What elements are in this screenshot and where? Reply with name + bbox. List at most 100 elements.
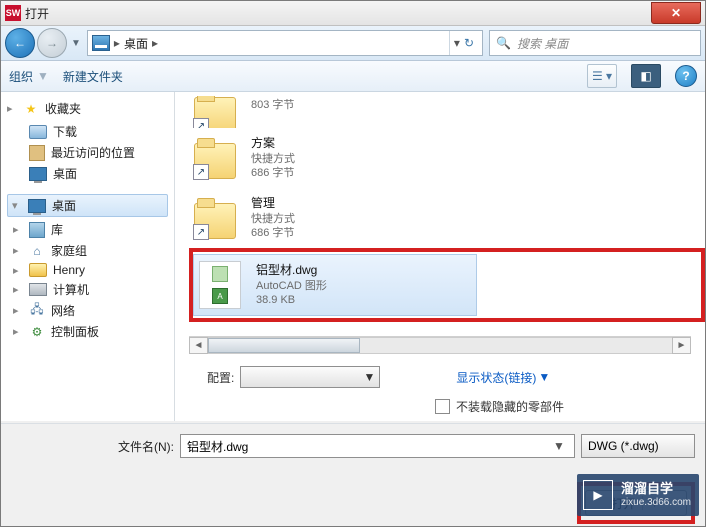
titlebar: SW 打开 ✕ (1, 1, 705, 26)
sidebar-item-computer[interactable]: 计算机 (7, 279, 168, 300)
search-input[interactable]: 🔍 搜索 桌面 (489, 30, 701, 56)
caret-icon[interactable] (13, 223, 23, 236)
window-title: 打开 (25, 5, 49, 22)
star-icon: ★ (23, 101, 39, 117)
preview-pane-button[interactable]: ◧ (631, 64, 661, 88)
hide-parts-checkbox[interactable] (435, 399, 450, 414)
chevron-down-icon: ▼ (37, 69, 49, 83)
file-type-filter[interactable]: DWG (*.dwg) (581, 434, 695, 458)
sidebar: ★ 收藏夹 下载 最近访问的位置 桌面 (1, 92, 175, 421)
annotation-highlight: A 铝型材.dwg AutoCAD 图形 38.9 KB (189, 248, 705, 322)
sidebar-item-downloads[interactable]: 下载 (7, 121, 168, 142)
refresh-icon[interactable]: ↻ (464, 36, 474, 50)
sidebar-group-desktop[interactable]: 桌面 (7, 194, 168, 217)
filename-value: 铝型材.dwg (187, 438, 550, 455)
caret-icon[interactable] (13, 304, 23, 317)
filename-label: 文件名(N): (1, 434, 180, 455)
sidebar-item-network[interactable]: 🖧 网络 (7, 300, 168, 321)
list-item[interactable]: 快捷方式 803 字节 (189, 96, 705, 128)
chevron-down-icon: ▼ (538, 370, 550, 384)
display-state-link[interactable]: 显示状态(链接)▼ (456, 369, 550, 386)
control-panel-icon: ⚙ (29, 324, 45, 340)
file-list-area: 快捷方式 803 字节 方案 快捷方式 686 字节 管理 (175, 92, 705, 421)
organize-menu[interactable]: 组织▼ (9, 68, 49, 85)
network-icon: 🖧 (29, 303, 45, 319)
watermark: 溜溜自学 zixue.3d66.com (577, 474, 699, 516)
file-meta: 38.9 KB (256, 293, 327, 307)
file-name: 铝型材.dwg (256, 263, 327, 279)
config-label: 配置: (207, 369, 234, 386)
breadcrumb-dropdown-icon[interactable]: ▾ (454, 36, 460, 50)
nav-forward-button[interactable]: → (37, 28, 67, 58)
horizontal-scrollbar[interactable]: ◄ ► (189, 336, 691, 354)
file-name: 管理 (251, 196, 295, 212)
sidebar-group-favorites[interactable]: ★ 收藏夹 (7, 98, 168, 119)
sidebar-item-user[interactable]: Henry (7, 261, 168, 279)
caret-icon[interactable] (13, 244, 23, 257)
scroll-left-icon[interactable]: ◄ (189, 337, 208, 354)
play-icon (583, 480, 613, 510)
folder-shortcut-icon (194, 203, 236, 239)
folder-icon (29, 125, 47, 139)
sidebar-item-controlpanel[interactable]: ⚙ 控制面板 (7, 321, 168, 342)
user-folder-icon (29, 263, 47, 277)
caret-icon[interactable] (7, 102, 17, 115)
caret-icon[interactable] (13, 325, 23, 338)
sidebar-group-label: 收藏夹 (45, 100, 81, 117)
computer-icon (29, 283, 47, 296)
breadcrumb[interactable]: ▸ 桌面 ▸ ▾ ↻ (87, 30, 483, 56)
help-button[interactable]: ? (675, 65, 697, 87)
folder-shortcut-icon (194, 97, 236, 128)
caret-icon[interactable] (13, 264, 23, 277)
location-icon (92, 35, 110, 51)
file-meta: 686 字节 (251, 166, 295, 180)
watermark-title: 溜溜自学 (621, 482, 691, 496)
sidebar-group-label: 桌面 (52, 197, 76, 214)
library-icon (29, 222, 45, 238)
file-meta: 快捷方式 (251, 152, 295, 166)
search-placeholder: 搜索 桌面 (517, 35, 568, 52)
breadcrumb-segment[interactable]: 桌面 (124, 35, 148, 52)
file-meta: 803 字节 (251, 98, 295, 112)
file-meta: 快捷方式 (251, 212, 295, 226)
filename-input[interactable]: 铝型材.dwg ▼ (180, 434, 575, 458)
list-item[interactable]: 方案 快捷方式 686 字节 (189, 128, 705, 188)
sidebar-item-recent[interactable]: 最近访问的位置 (7, 142, 168, 163)
list-item-selected[interactable]: A 铝型材.dwg AutoCAD 图形 38.9 KB (193, 254, 477, 316)
dwg-file-icon: A (199, 261, 241, 309)
sidebar-item-homegroup[interactable]: ⌂ 家庭组 (7, 240, 168, 261)
app-icon: SW (5, 5, 21, 21)
sidebar-item-libraries[interactable]: 库 (7, 219, 168, 240)
desktop-icon (28, 199, 46, 213)
chevron-right-icon[interactable]: ▸ (152, 36, 158, 50)
watermark-url: zixue.3d66.com (621, 497, 691, 508)
caret-icon[interactable] (12, 199, 22, 212)
caret-icon[interactable] (13, 283, 23, 296)
list-item[interactable]: 全套图库 快捷方式 761 字节 (189, 322, 705, 330)
folder-shortcut-icon (194, 143, 236, 179)
file-list[interactable]: 快捷方式 803 字节 方案 快捷方式 686 字节 管理 (175, 92, 705, 330)
toolbar: 组织▼ 新建文件夹 ☰ ▾ ◧ ? (1, 61, 705, 92)
sidebar-item-desktop-fav[interactable]: 桌面 (7, 163, 168, 184)
config-dropdown[interactable]: ▼ (240, 366, 380, 388)
scroll-right-icon[interactable]: ► (672, 337, 691, 354)
close-button[interactable]: ✕ (651, 2, 701, 24)
scroll-thumb[interactable] (208, 338, 360, 353)
file-meta: AutoCAD 图形 (256, 279, 327, 293)
chevron-down-icon: ▼ (363, 370, 375, 384)
desktop-icon (29, 167, 47, 181)
chevron-down-icon[interactable]: ▼ (550, 439, 568, 453)
nav-back-button[interactable]: ← (5, 28, 35, 58)
hide-parts-label: 不装载隐藏的零部件 (456, 398, 564, 415)
homegroup-icon: ⌂ (29, 243, 45, 259)
view-mode-button[interactable]: ☰ ▾ (587, 64, 617, 88)
navbar: ← → ▼ ▸ 桌面 ▸ ▾ ↻ 🔍 搜索 桌面 (1, 26, 705, 61)
search-icon: 🔍 (496, 36, 511, 50)
file-name: 方案 (251, 136, 295, 152)
chevron-right-icon[interactable]: ▸ (114, 36, 120, 50)
nav-history-dropdown[interactable]: ▼ (71, 38, 81, 49)
list-item[interactable]: 管理 快捷方式 686 字节 (189, 188, 705, 248)
file-meta: 686 字节 (251, 226, 295, 240)
recent-icon (29, 145, 45, 161)
new-folder-button[interactable]: 新建文件夹 (63, 68, 123, 85)
